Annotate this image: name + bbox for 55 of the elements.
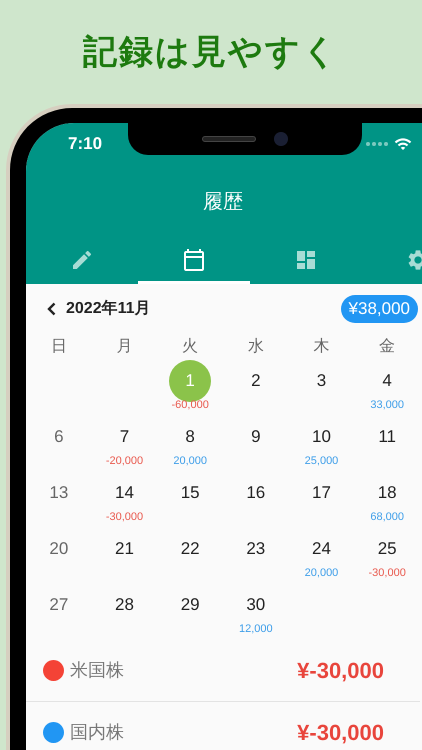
calendar-day[interactable]: 20 (38, 528, 80, 570)
calendar-day[interactable]: 18 (366, 472, 408, 514)
weekday-label: 水 (248, 336, 264, 357)
day-amount: 25,000 (304, 455, 338, 467)
status-time: 7:10 (68, 133, 102, 156)
day-amount: 33,000 (370, 399, 404, 411)
entry-amount: ¥-30,000 (297, 718, 384, 746)
category-label: 国内株 (70, 720, 124, 744)
total-badge: ¥38,000 (340, 295, 418, 323)
day-amount: -20,000 (106, 455, 144, 467)
signal-icon (366, 142, 388, 146)
month-title: 2022年11月 (66, 298, 151, 319)
day-amount: -30,000 (368, 567, 406, 579)
weekday-label: 火 (182, 336, 198, 357)
calendar-day[interactable]: 6 (38, 416, 80, 458)
calendar-day[interactable]: 9 (234, 416, 277, 458)
calendar-day[interactable]: 3 (300, 360, 342, 402)
calendar-day[interactable]: 27 (38, 584, 80, 626)
calendar-day[interactable]: 15 (169, 472, 212, 514)
calendar-day[interactable]: 17 (300, 472, 342, 514)
entry-row[interactable]: 国内株 ¥-30,000 (26, 701, 420, 750)
calendar-icon (182, 248, 206, 272)
weekday-label: 月 (116, 337, 132, 357)
chevron-left-icon (46, 302, 56, 316)
calendar-day[interactable]: 29 (169, 584, 212, 626)
calendar-day[interactable]: 8 (169, 416, 212, 458)
calendar-day[interactable]: 23 (234, 528, 277, 570)
calendar-day[interactable]: 11 (366, 416, 408, 458)
screen-title: 履歴 (203, 190, 243, 214)
day-amount: 12,000 (238, 623, 273, 635)
calendar-day[interactable]: 24 (300, 528, 342, 570)
calendar-day[interactable]: 13 (38, 472, 80, 514)
calendar-day[interactable]: 16 (234, 472, 277, 514)
weekday-label: 金 (379, 337, 396, 357)
calendar-day[interactable]: 22 (169, 528, 212, 570)
entry-amount: ¥-30,000 (297, 657, 384, 685)
weekday-label: 木 (313, 336, 330, 357)
day-amount: -30,000 (106, 511, 144, 523)
entry-row[interactable]: 米国株 ¥-30,000 (26, 640, 420, 701)
category-label: 米国株 (70, 659, 124, 682)
day-amount: 68,000 (370, 511, 404, 523)
day-amount: -60,000 (172, 399, 209, 411)
calendar-day[interactable]: 14 (103, 472, 146, 514)
speaker-icon (202, 136, 256, 142)
calendar-day[interactable]: 7 (103, 416, 146, 458)
calendar-day[interactable]: 2 (234, 360, 277, 402)
calendar-day[interactable]: 21 (103, 528, 146, 570)
day-amount: 20,000 (173, 455, 207, 467)
headline: 記録は見やすく (83, 30, 339, 74)
calendar-day[interactable]: 4 (366, 360, 408, 402)
calendar-day[interactable]: 28 (103, 584, 146, 626)
weekday-label: 日 (50, 337, 67, 357)
calendar-day[interactable]: 25 (366, 528, 408, 570)
camera-icon (274, 132, 288, 146)
day-amount: 20,000 (304, 567, 338, 579)
